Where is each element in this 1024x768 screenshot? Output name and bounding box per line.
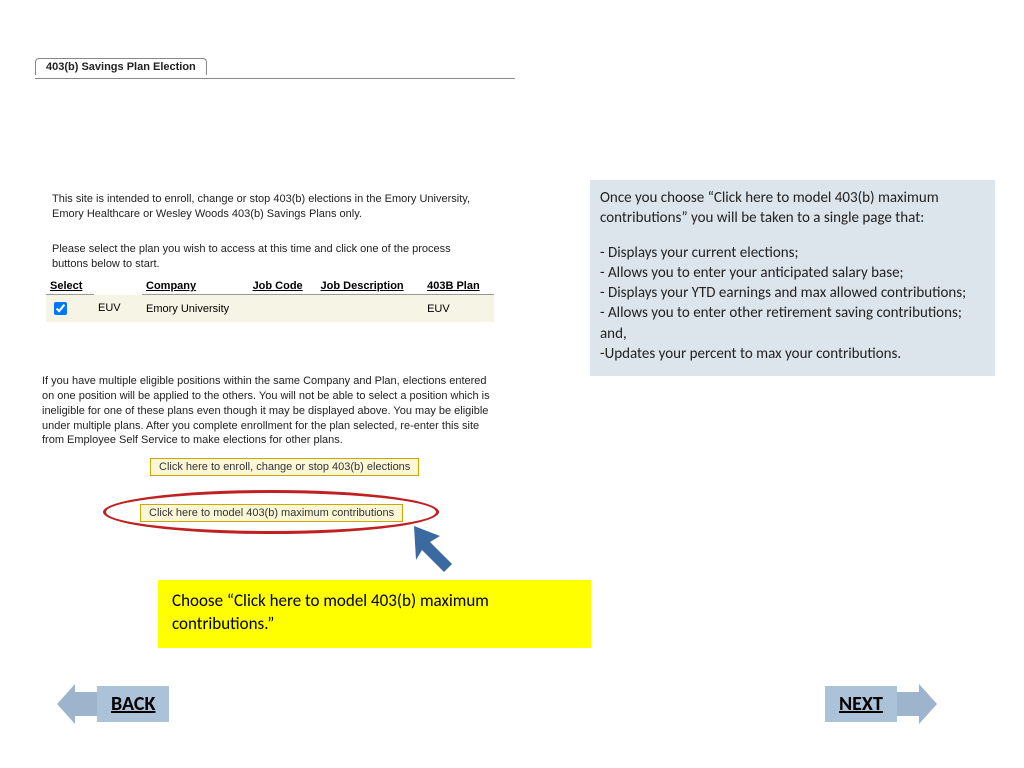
col-jobdesc: Job Description bbox=[317, 278, 424, 295]
row-jobcode bbox=[249, 295, 317, 323]
back-button[interactable]: BACK bbox=[57, 684, 169, 724]
col-plan: 403B Plan bbox=[423, 278, 494, 295]
back-label: BACK bbox=[97, 686, 169, 722]
info-intro: Once you choose “Click here to model 403… bbox=[600, 188, 985, 229]
arrow-right-icon bbox=[897, 684, 937, 724]
row-company-code: EUV bbox=[94, 295, 142, 323]
info-bullets: - Displays your current elections; - All… bbox=[600, 243, 985, 365]
multi-positions-text: If you have multiple eligible positions … bbox=[42, 374, 494, 448]
arrow-left-icon bbox=[57, 684, 97, 724]
next-label: NEXT bbox=[825, 686, 897, 722]
row-select-checkbox[interactable] bbox=[54, 302, 67, 315]
enroll-change-stop-button[interactable]: Click here to enroll, change or stop 403… bbox=[150, 458, 419, 476]
col-company: Company bbox=[142, 278, 249, 295]
table-row: EUV Emory University EUV bbox=[46, 295, 494, 323]
col-jobcode: Job Code bbox=[249, 278, 317, 295]
select-instruction-text: Please select the plan you wish to acces… bbox=[52, 242, 482, 272]
row-plan: EUV bbox=[423, 295, 494, 323]
row-company-name: Emory University bbox=[142, 295, 249, 323]
plan-selection-table: Select Company Job Code Job Description … bbox=[46, 278, 494, 322]
tab-savings-plan: 403(b) Savings Plan Election bbox=[35, 58, 207, 75]
tab-header: 403(b) Savings Plan Election bbox=[35, 58, 515, 79]
table-header-row: Select Company Job Code Job Description … bbox=[46, 278, 494, 295]
model-max-contributions-button[interactable]: Click here to model 403(b) maximum contr… bbox=[140, 504, 403, 522]
row-jobdesc bbox=[317, 295, 424, 323]
next-button[interactable]: NEXT bbox=[825, 684, 937, 724]
yellow-instruction-callout: Choose “Click here to model 403(b) maxim… bbox=[158, 580, 591, 648]
arrow-pointer-icon bbox=[410, 522, 470, 582]
site-intro-text: This site is intended to enroll, change … bbox=[52, 192, 482, 222]
col-select: Select bbox=[46, 278, 94, 295]
info-box: Once you choose “Click here to model 403… bbox=[590, 180, 995, 376]
